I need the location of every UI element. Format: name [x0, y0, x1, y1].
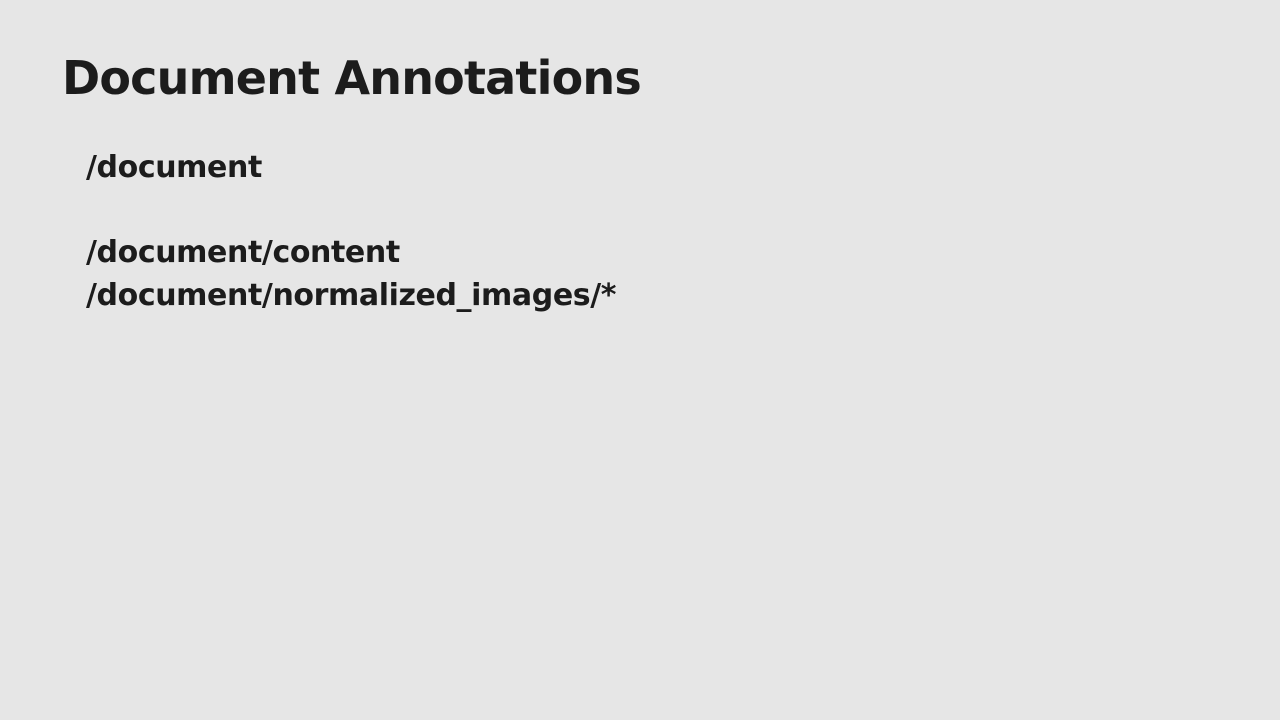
- annotation-path: /document: [86, 150, 262, 185]
- annotation-path: /document/normalized_images/*: [86, 278, 617, 313]
- annotation-path: /document/content: [86, 235, 400, 270]
- list-spacer: [86, 189, 616, 231]
- slide-title: Document Annotations: [62, 51, 642, 105]
- slide: Document Annotations /document /document…: [0, 0, 1280, 720]
- annotation-path-list: /document /document/content /document/no…: [86, 146, 616, 317]
